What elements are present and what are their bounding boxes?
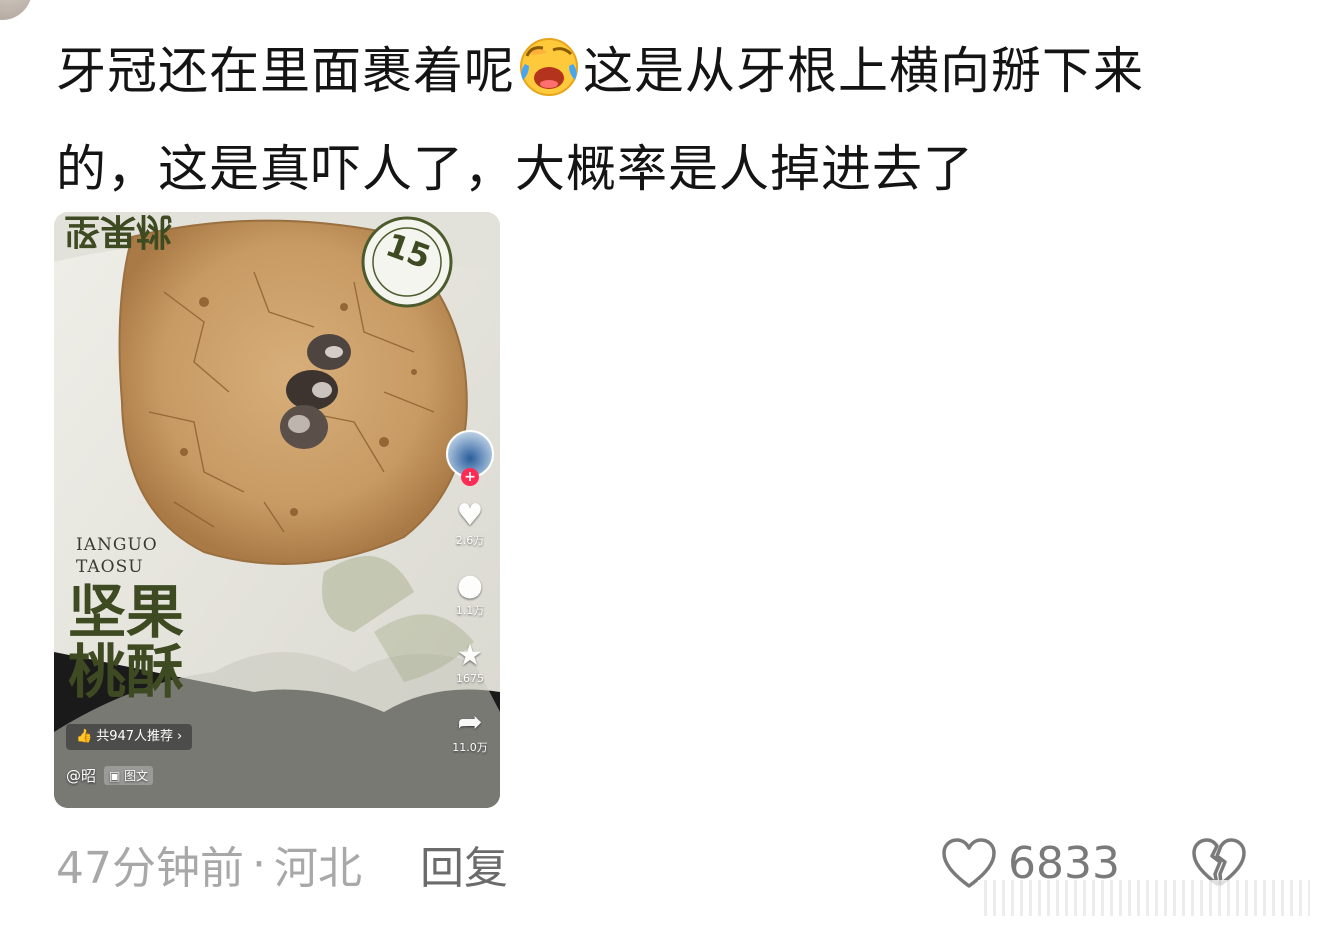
thumbs-up-icon: 👍 [76,729,93,744]
crying-laughing-emoji-icon [520,38,578,96]
commenter-avatar[interactable] [0,0,32,20]
heart-icon: ♥ [456,498,484,533]
cookie-photo [54,212,500,808]
comment-line-1: 牙冠还在里面裹着呢 这是从牙根上横向掰下来 [56,22,1256,120]
package-brand-chinese: 坚果桃酥 [68,578,185,706]
comment-body: 牙冠还在里面裹着呢 这是从牙根上横向掰下来 的，这是真吓人了，大概率是人掉进去了 [56,22,1256,218]
favorite-action-count: 1675 [456,672,484,685]
package-brand-english-line-1: IANGUO [76,535,158,555]
favorite-action[interactable]: ★ 1675 [456,638,484,686]
post-type-label: 图文 [124,769,149,783]
comment-meta-row: 47分钟前 · 河北 回复 [56,832,508,896]
share-arrow-icon: ➦ [457,705,483,740]
watermark-overlay [978,880,1310,916]
comment-text-part-1: 牙冠还在里面裹着呢 [56,42,515,100]
recommend-pill[interactable]: 👍 共947人推荐 › [66,724,193,750]
share-action[interactable]: ➦ 11.0万 [452,707,488,755]
comment-page: 牙冠还在里面裹着呢 这是从牙根上横向掰下来 的，这是真吓人了，大概率是人掉进去了 [0,0,1320,931]
package-brand-english: IANGUO TAOSU [76,534,158,578]
package-brand-english-line-2: TAOSU [76,557,144,577]
comment-time: 47分钟前 [56,843,244,894]
comment-line-2: 的，这是真吓人了，大概率是人掉进去了 [56,140,974,198]
comment-bubble-icon: ● [456,568,484,603]
comment-text-part-2: 这是从牙根上横向掰下来 [583,42,1144,100]
image-text-icon: ▣ [109,769,125,783]
post-type-badge: ▣ 图文 [104,766,154,785]
side-action-bar: + ♥ 2.6万 ● 1.1万 ★ 1675 ➦ 11.0万 [446,430,494,755]
comment-action[interactable]: ● 1.1万 [456,570,485,618]
chevron-right-icon: › [177,729,183,744]
post-author-row: @昭 ▣ 图文 [66,765,154,786]
package-brand-top: 坚果桃 [64,212,173,252]
star-icon: ★ [456,638,484,673]
like-action-count: 2.6万 [455,534,485,547]
like-action[interactable]: ♥ 2.6万 [456,500,485,548]
share-action-count: 11.0万 [452,741,488,754]
recommend-label: 共947人推荐 [96,729,174,744]
follow-plus-icon[interactable]: + [461,468,479,486]
attached-screenshot[interactable]: 坚果桃 15 IANGUO TAOSU 坚果桃酥 👍 共947人推荐 › @昭 … [54,212,500,808]
comment-action-count: 1.1万 [455,604,485,617]
comment-location: 河北 [274,843,362,894]
post-author[interactable]: @昭 [66,765,96,786]
reply-button[interactable]: 回复 [420,832,508,896]
meta-separator: · [252,838,266,890]
creator-avatar[interactable]: + [446,430,494,486]
